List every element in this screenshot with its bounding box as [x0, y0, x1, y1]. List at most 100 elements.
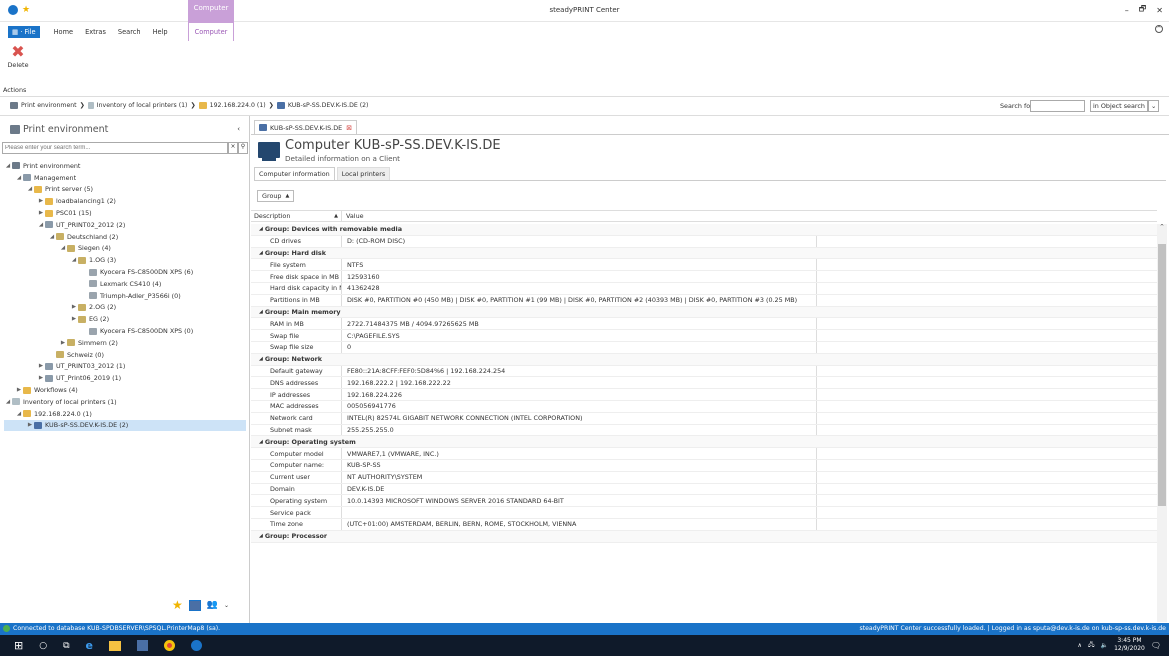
table-row[interactable]: Default gateway FE80::21A:8CFF:FEF0:5D84%… — [251, 365, 1157, 378]
table-row[interactable]: MAC addresses 005056941776 — [251, 400, 1157, 413]
group-row[interactable]: ◢ Group: Devices with removable media — [251, 224, 1157, 236]
collapse-icon[interactable]: ◢ — [4, 163, 12, 169]
tree-item[interactable]: ▶ KUB-sP-SS.DEV.K-IS.DE (2) — [4, 419, 246, 432]
expand-icon[interactable]: ▶ — [37, 210, 45, 216]
tree-item[interactable]: Triumph-Adler_P3566i (0) — [4, 290, 246, 302]
collapse-icon[interactable]: ◢ — [26, 186, 34, 192]
tree-item[interactable]: ▶ UT_PRINT03_2012 (1) — [4, 361, 246, 373]
tree-item[interactable]: Schweiz (0) — [4, 349, 246, 361]
tab-search[interactable]: Search — [112, 28, 147, 36]
tab-extras[interactable]: Extras — [79, 28, 112, 36]
breadcrumb-item-inventory[interactable]: Inventory of local printers (1) — [97, 102, 188, 109]
chrome-icon[interactable] — [163, 640, 175, 651]
column-header-value[interactable]: Value — [341, 211, 364, 221]
tab-help[interactable]: Help — [147, 28, 174, 36]
breadcrumb-item-network[interactable]: 192.168.224.0 (1) — [210, 102, 266, 109]
search-scope-select[interactable]: in Object search ⌄ — [1090, 100, 1160, 112]
expand-icon[interactable]: ▶ — [37, 375, 45, 381]
tab-computer[interactable]: Computer — [188, 22, 234, 41]
tree-item[interactable]: ▶ Workflows (4) — [4, 384, 246, 396]
table-row[interactable]: RAM in MB 2722.71484375 MB / 4094.9726562… — [251, 318, 1157, 331]
tree-item[interactable]: ◢ 192.168.224.0 (1) — [4, 408, 246, 420]
collapse-icon[interactable]: ◢ — [4, 399, 12, 405]
maximize-button[interactable]: 🗗 — [1139, 3, 1147, 17]
close-tab-icon[interactable]: ⊠ — [346, 124, 352, 132]
table-row[interactable]: IP addresses 192.168.224.226 — [251, 389, 1157, 401]
table-row[interactable]: Operating system 10.0.14393 MICROSOFT WIN… — [251, 495, 1157, 508]
collapse-icon[interactable]: ◢ — [70, 257, 78, 263]
tree-item[interactable]: Kyocera FS-C8500DN XPS (0) — [4, 325, 246, 337]
collapse-icon[interactable]: ◢ — [48, 234, 56, 240]
group-button[interactable]: Group ▲ — [257, 190, 295, 202]
group-row[interactable]: ◢ Group: Operating system — [251, 436, 1157, 449]
collapse-icon[interactable]: ◢ — [37, 222, 45, 228]
breadcrumb-item-print-environment[interactable]: Print environment — [21, 102, 77, 109]
search-icon[interactable]: ⚲ — [238, 142, 248, 154]
windows-start-icon[interactable]: ⊞ — [14, 639, 23, 652]
tree-search-input[interactable] — [2, 142, 228, 154]
collapse-sidebar-icon[interactable]: ‹ — [237, 125, 240, 133]
minimize-button[interactable]: – — [1125, 6, 1129, 15]
clear-search-icon[interactable]: × — [228, 142, 238, 154]
file-explorer-icon[interactable] — [108, 640, 121, 651]
more-icon[interactable]: ⌄ — [224, 602, 229, 609]
expand-icon[interactable]: ▶ — [70, 316, 78, 322]
expand-icon[interactable]: ▶ — [59, 340, 67, 346]
tab-home[interactable]: Home — [48, 28, 79, 36]
print-environment-view-icon[interactable] — [188, 599, 201, 611]
collapse-icon[interactable]: ◢ — [251, 356, 263, 362]
expand-icon[interactable]: ▶ — [37, 198, 45, 204]
collapse-icon[interactable]: ◢ — [251, 439, 263, 445]
expand-icon[interactable]: ▶ — [37, 363, 45, 369]
group-row[interactable]: ◢ Group: Main memory — [251, 306, 1157, 319]
table-row[interactable]: Partitions in MB DISK #0, PARTITION #0 (4… — [251, 294, 1157, 307]
tree-item[interactable]: Kyocera FS-C8500DN XPS (6) — [4, 266, 246, 278]
collapse-icon[interactable]: ◢ — [251, 533, 263, 539]
collapse-icon[interactable]: ◢ — [251, 226, 263, 232]
table-row[interactable]: Swap file C:\PAGEFILE.SYS — [251, 330, 1157, 342]
tab-local-printers[interactable]: Local printers — [336, 167, 391, 180]
users-icon[interactable]: 👥 — [207, 600, 218, 610]
search-icon[interactable]: ○ — [39, 641, 47, 651]
collapse-icon[interactable]: ◢ — [59, 245, 67, 251]
collapse-icon[interactable]: ◢ — [251, 250, 263, 256]
tree-item[interactable]: ▶ PSC01 (15) — [4, 207, 246, 219]
delete-button[interactable]: ✖ Delete — [6, 43, 30, 79]
expand-icon[interactable]: ▶ — [70, 304, 78, 310]
steadyprint-icon[interactable] — [190, 640, 202, 651]
server-manager-icon[interactable] — [136, 640, 148, 651]
tree-item[interactable]: ◢ Print environment — [4, 160, 246, 172]
clock-date[interactable]: 12/9/2020 — [1114, 645, 1145, 653]
table-row[interactable]: Service pack — [251, 507, 1157, 519]
tree-item[interactable]: ◢ UT_PRINT02_2012 (2) — [4, 219, 246, 231]
tree-item[interactable]: ◢ Deutschland (2) — [4, 231, 246, 243]
group-row[interactable]: ◢ Group: Processor — [251, 530, 1157, 543]
group-row[interactable]: ◢ Group: Hard disk — [251, 247, 1157, 260]
collapse-icon[interactable]: ◢ — [251, 309, 263, 315]
table-row[interactable]: Free disk space in MB 12593160 — [251, 271, 1157, 283]
tree-item[interactable]: ▶ loadbalancing1 (2) — [4, 195, 246, 207]
tree-item[interactable]: ▶ UT_Print06_2019 (1) — [4, 372, 246, 384]
tree-item[interactable]: ◢ Print server (5) — [4, 184, 246, 196]
collapse-icon[interactable]: ◢ — [15, 411, 23, 417]
table-row[interactable]: Domain DEV.K-IS.DE — [251, 483, 1157, 496]
tree-item[interactable]: ▶ Simmern (2) — [4, 337, 246, 349]
table-row[interactable]: Swap file size 0 — [251, 341, 1157, 354]
table-row[interactable]: Current user NT AUTHORITY\SYSTEM — [251, 471, 1157, 484]
tree-item[interactable]: ◢ Management — [4, 172, 246, 184]
volume-tray-icon[interactable]: 🔈 — [1101, 642, 1108, 649]
scroll-up-icon[interactable]: ^ — [1157, 224, 1167, 230]
table-row[interactable]: DNS addresses 192.168.222.2 | 192.168.222… — [251, 377, 1157, 390]
table-row[interactable]: Network card INTEL(R) 82574L GIGABIT NETW… — [251, 412, 1157, 425]
tree-item[interactable]: ◢ Siegen (4) — [4, 243, 246, 255]
table-row[interactable]: Hard disk capacity in MB41362428 — [251, 282, 1157, 295]
expand-icon[interactable]: ▶ — [26, 422, 34, 428]
breadcrumb-item-computer[interactable]: KUB-sP-SS.DEV.K-IS.DE (2) — [288, 102, 369, 109]
expand-icon[interactable]: ▶ — [15, 387, 23, 393]
table-row[interactable]: Subnet mask 255.255.255.0 — [251, 424, 1157, 437]
table-row[interactable]: Computer model VMWARE7,1 (VMWARE, INC.) — [251, 448, 1157, 460]
task-view-icon[interactable]: ⧉ — [63, 641, 69, 651]
scrollbar-thumb[interactable] — [1158, 244, 1166, 506]
tray-chevron-icon[interactable]: ∧ — [1077, 642, 1081, 649]
table-row[interactable]: Time zone (UTC+01:00) AMSTERDAM, BERLIN, … — [251, 518, 1157, 531]
